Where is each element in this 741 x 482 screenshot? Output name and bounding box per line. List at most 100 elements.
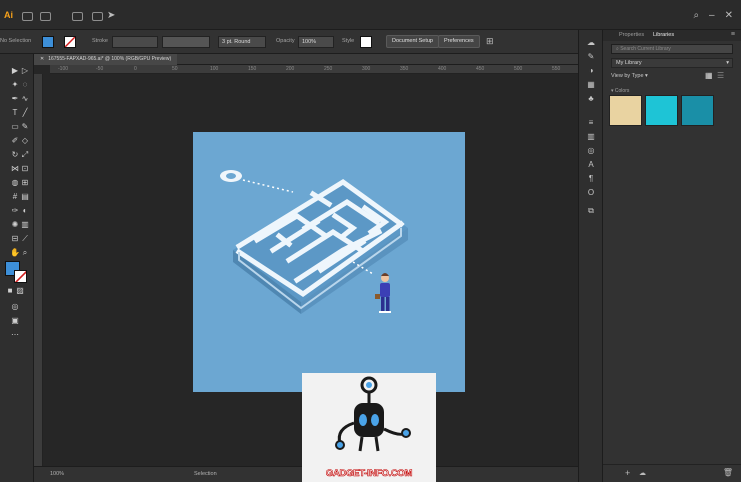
stroke-panel-icon[interactable]: ≡ <box>586 118 596 128</box>
library-color-swatch[interactable] <box>681 95 714 126</box>
edit-toolbar-icon[interactable]: ⋯ <box>10 330 20 340</box>
scale-icon[interactable]: ⤢ <box>20 150 30 160</box>
selection-tool-icon[interactable]: ▶ <box>10 66 20 76</box>
brushes-icon[interactable]: ✎ <box>586 52 596 62</box>
ruler-tick: 450 <box>476 66 485 72</box>
pen-icon[interactable] <box>92 12 103 21</box>
illustrator-logo: Ai <box>4 10 13 20</box>
rectangle-tool-icon[interactable]: ▭ <box>10 122 20 132</box>
cc-libraries-icon[interactable]: ☁ <box>586 38 596 48</box>
ruler-tick: -100 <box>58 66 69 72</box>
artboard-tool-icon[interactable]: ⊟ <box>10 234 20 244</box>
gradient-icon[interactable]: ▤ <box>20 192 30 202</box>
home-icon[interactable] <box>22 12 33 21</box>
swatches-icon[interactable]: ▦ <box>586 80 596 90</box>
width-tool-icon[interactable]: ⋈ <box>10 164 20 174</box>
document-tab-bar: ✕ 167555-FAPXAD-965.ai* @ 100% (RGB/GPU P… <box>34 54 578 65</box>
type-tool-icon[interactable]: T <box>10 108 20 118</box>
ruler-tick: 300 <box>362 66 371 72</box>
blend-tool-icon[interactable]: ◐ <box>20 206 30 216</box>
artboards-icon[interactable]: ⧉ <box>586 206 596 216</box>
artboard[interactable] <box>193 132 465 392</box>
transparency-icon[interactable]: ◎ <box>586 146 596 156</box>
eraser-icon[interactable]: ◇ <box>20 136 30 146</box>
brush-definition[interactable]: 3 pt. Round <box>218 36 266 48</box>
list-view-icon[interactable]: ☰ <box>717 71 724 80</box>
library-color-swatch[interactable] <box>609 95 642 126</box>
document-setup-button[interactable]: Document Setup <box>386 35 439 48</box>
close-tab-icon[interactable]: ✕ <box>40 56 44 62</box>
paragraph-icon[interactable]: ¶ <box>586 174 596 184</box>
direct-selection-tool-icon[interactable]: ▷ <box>20 66 30 76</box>
symbols-icon[interactable]: ♣ <box>586 94 596 104</box>
document-title: 167555-FAPXAD-965.ai* @ 100% (RGB/GPU Pr… <box>48 56 172 62</box>
delete-icon[interactable]: 🗑 <box>723 468 733 477</box>
search-icon[interactable]: ⌕ <box>693 10 699 21</box>
view-by-dropdown[interactable]: View by Type ▾ <box>611 73 648 79</box>
opentype-icon[interactable]: O <box>586 188 596 198</box>
maze-illustration <box>220 170 408 314</box>
library-color-swatch[interactable] <box>645 95 678 126</box>
grid-view-icon[interactable]: ▦ <box>705 71 713 80</box>
ruler-tick: 50 <box>172 66 178 72</box>
color-icon[interactable]: ◑ <box>586 66 596 76</box>
ruler-tick: 400 <box>438 66 447 72</box>
stroke-swatch[interactable] <box>64 36 76 48</box>
ruler-tick: 550 <box>552 66 561 72</box>
preferences-button[interactable]: Preferences <box>438 35 480 48</box>
stroke-weight-field[interactable] <box>112 36 158 48</box>
lasso-icon[interactable]: ◌ <box>20 80 30 90</box>
line-tool-icon[interactable]: ╱ <box>20 108 30 118</box>
send-icon[interactable]: ➤ <box>107 10 115 21</box>
colors-group[interactable]: ▾ Colors <box>611 88 629 94</box>
curvature-icon[interactable]: ∿ <box>20 94 30 104</box>
paintbrush-icon[interactable]: ✎ <box>20 122 30 132</box>
zoom-level[interactable]: 100% <box>50 471 64 477</box>
screen-mode-icon[interactable]: ▣ <box>10 316 20 326</box>
hand-tool-icon[interactable]: ✋ <box>10 248 20 258</box>
perspective-grid-icon[interactable]: ⊞ <box>20 178 30 188</box>
character-icon[interactable]: A <box>586 160 596 170</box>
arrange-documents-icon[interactable] <box>72 12 83 21</box>
symbol-sprayer-icon[interactable]: ✺ <box>10 220 20 230</box>
draw-mode-icon[interactable]: ◎ <box>10 302 20 312</box>
panel-menu-icon[interactable]: ≡ <box>731 31 735 38</box>
close-icon[interactable]: ✕ <box>725 10 733 21</box>
minimize-icon[interactable]: – <box>709 10 715 21</box>
fill-swatch[interactable] <box>42 36 54 48</box>
library-search-input[interactable]: ⌕ Search Current Library <box>611 44 733 54</box>
workspace-icon[interactable] <box>40 12 51 21</box>
graphic-style-swatch[interactable] <box>360 36 372 48</box>
column-graph-icon[interactable]: ▥ <box>20 220 30 230</box>
variable-width-field[interactable] <box>162 36 210 48</box>
shape-builder-icon[interactable]: ◍ <box>10 178 20 188</box>
pen-tool-icon[interactable]: ✒ <box>10 94 20 104</box>
zoom-tool-icon[interactable]: ⌕ <box>20 248 30 258</box>
robot-mascot-icon <box>335 376 411 452</box>
add-content-icon[interactable]: + <box>625 468 630 478</box>
opacity-field[interactable]: 100% <box>298 36 334 48</box>
magic-wand-icon[interactable]: ✦ <box>10 80 20 90</box>
cloud-sync-icon[interactable]: ☁ <box>639 469 646 477</box>
library-selector[interactable]: My Library ▾ <box>611 58 733 68</box>
horizontal-ruler: -100 -50 0 50 100 150 200 250 300 350 40… <box>50 65 578 74</box>
tab-libraries[interactable]: Libraries <box>653 32 674 38</box>
shaper-tool-icon[interactable]: ✐ <box>10 136 20 146</box>
tools-panel: ▶ ▷ ✦ ◌ ✒ ∿ T ╱ ▭ ✎ ✐ ◇ ↻ ⤢ ⋈ ⊡ ◍ ⊞ # ▤ … <box>0 54 34 482</box>
panel-icon-strip: ☁ ✎ ◑ ▦ ♣ ≡ ▥ ◎ A ¶ O ⧉ <box>578 30 603 482</box>
arrange-icon[interactable]: ⊞ <box>486 36 494 47</box>
free-transform-icon[interactable]: ⊡ <box>20 164 30 174</box>
eyedropper-icon[interactable]: ✑ <box>10 206 20 216</box>
gradient-mode-icon[interactable]: ▨ <box>15 286 25 296</box>
document-tab[interactable]: ✕ 167555-FAPXAD-965.ai* @ 100% (RGB/GPU P… <box>34 54 178 65</box>
stroke-color-box[interactable] <box>14 270 27 283</box>
ruler-tick: 150 <box>248 66 257 72</box>
color-mode-icon[interactable]: ■ <box>5 286 15 296</box>
ruler-tick: 250 <box>324 66 333 72</box>
mesh-tool-icon[interactable]: # <box>10 192 20 202</box>
watermark-text: GADGET-INFO.COM <box>325 468 413 480</box>
tab-properties[interactable]: Properties <box>619 32 644 38</box>
gradient-panel-icon[interactable]: ▥ <box>586 132 596 142</box>
rotate-icon[interactable]: ↻ <box>10 150 20 160</box>
slice-tool-icon[interactable]: ⟋ <box>20 234 30 244</box>
